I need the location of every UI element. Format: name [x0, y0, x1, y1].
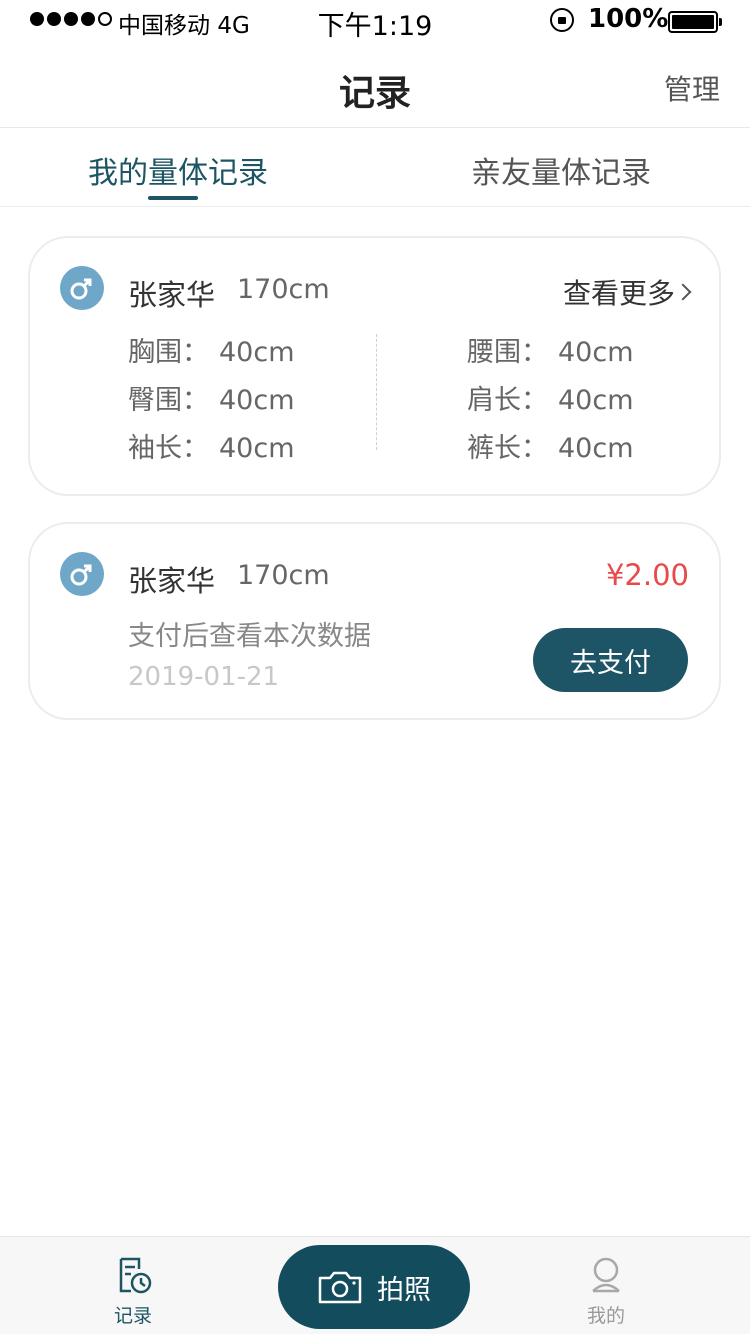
bottom-tab-bar: 记录 拍照 我的	[0, 1236, 750, 1334]
record-date: 2019-01-21	[128, 662, 280, 692]
page-title: 记录	[338, 73, 411, 114]
pay-hint-text: 支付后查看本次数据	[128, 621, 371, 652]
measurement-chest: 胸围： 40cm	[128, 337, 295, 368]
male-icon	[60, 552, 104, 596]
measurement-shoulder: 肩长： 40cm	[467, 385, 634, 416]
view-more-label: 查看更多	[562, 277, 675, 310]
measurement-trouser: 裤长： 40cm	[467, 433, 634, 464]
record-tabs: 我的量体记录 亲友量体记录	[0, 128, 750, 207]
tabbar-item-record[interactable]: 记录	[93, 1255, 173, 1328]
person-height: 170cm	[237, 274, 330, 305]
measurement-label: 腰围	[467, 337, 521, 368]
active-tab-indicator	[148, 196, 198, 200]
navigation-bar: 记录 管理	[0, 42, 750, 128]
measurement-value: 40cm	[558, 433, 634, 464]
take-photo-button[interactable]: 拍照	[278, 1245, 470, 1329]
tab-family-records[interactable]: 亲友量体记录	[471, 148, 651, 192]
user-icon	[592, 1257, 620, 1293]
pay-button[interactable]: 去支付	[533, 628, 688, 692]
measurement-value: 40cm	[219, 385, 295, 416]
camera-icon	[318, 1271, 362, 1304]
measurement-sleeve: 袖长： 40cm	[128, 433, 295, 464]
tabbar-label-mine: 我的	[586, 1305, 625, 1327]
unpaid-record-card[interactable]: 张家华 170cm ¥2.00 支付后查看本次数据 2019-01-21 去支付	[28, 522, 721, 720]
manage-button[interactable]: 管理	[664, 68, 720, 108]
measurement-waist: 腰围： 40cm	[467, 337, 634, 368]
record-icon	[119, 1257, 152, 1294]
person-name: 张家华	[128, 564, 216, 598]
person-height: 170cm	[237, 560, 330, 591]
measurement-value: 40cm	[219, 433, 295, 464]
measurement-label: 袖长	[128, 433, 182, 464]
record-card[interactable]: 张家华 170cm 查看更多 胸围： 40cm 腰围： 40cm 臀围： 40cm 肩…	[28, 236, 721, 496]
tabbar-label-record: 记录	[113, 1305, 152, 1327]
measurement-value: 40cm	[558, 337, 634, 368]
measurement-hip: 臀围： 40cm	[128, 385, 295, 416]
status-bar: 中国移动 4G 下午1:19 100%	[0, 0, 750, 42]
column-divider	[376, 334, 377, 450]
chevron-right-icon	[674, 283, 692, 301]
battery-percentage: 100%	[588, 4, 669, 34]
orientation-lock-icon	[550, 8, 574, 32]
male-icon	[60, 266, 104, 310]
take-photo-label: 拍照	[377, 1274, 431, 1306]
measurement-label: 裤长	[467, 433, 521, 464]
person-name: 张家华	[128, 278, 216, 312]
view-more-link[interactable]: 查看更多	[562, 272, 692, 312]
measurement-value: 40cm	[558, 385, 634, 416]
price-label: ¥2.00	[605, 558, 689, 592]
measurement-label: 胸围	[128, 337, 182, 368]
tabbar-item-mine[interactable]: 我的	[566, 1255, 646, 1328]
tab-my-records[interactable]: 我的量体记录	[88, 148, 268, 192]
measurement-label: 臀围	[128, 385, 182, 416]
battery-icon	[668, 11, 722, 33]
measurement-value: 40cm	[219, 337, 295, 368]
measurement-label: 肩长	[467, 385, 521, 416]
